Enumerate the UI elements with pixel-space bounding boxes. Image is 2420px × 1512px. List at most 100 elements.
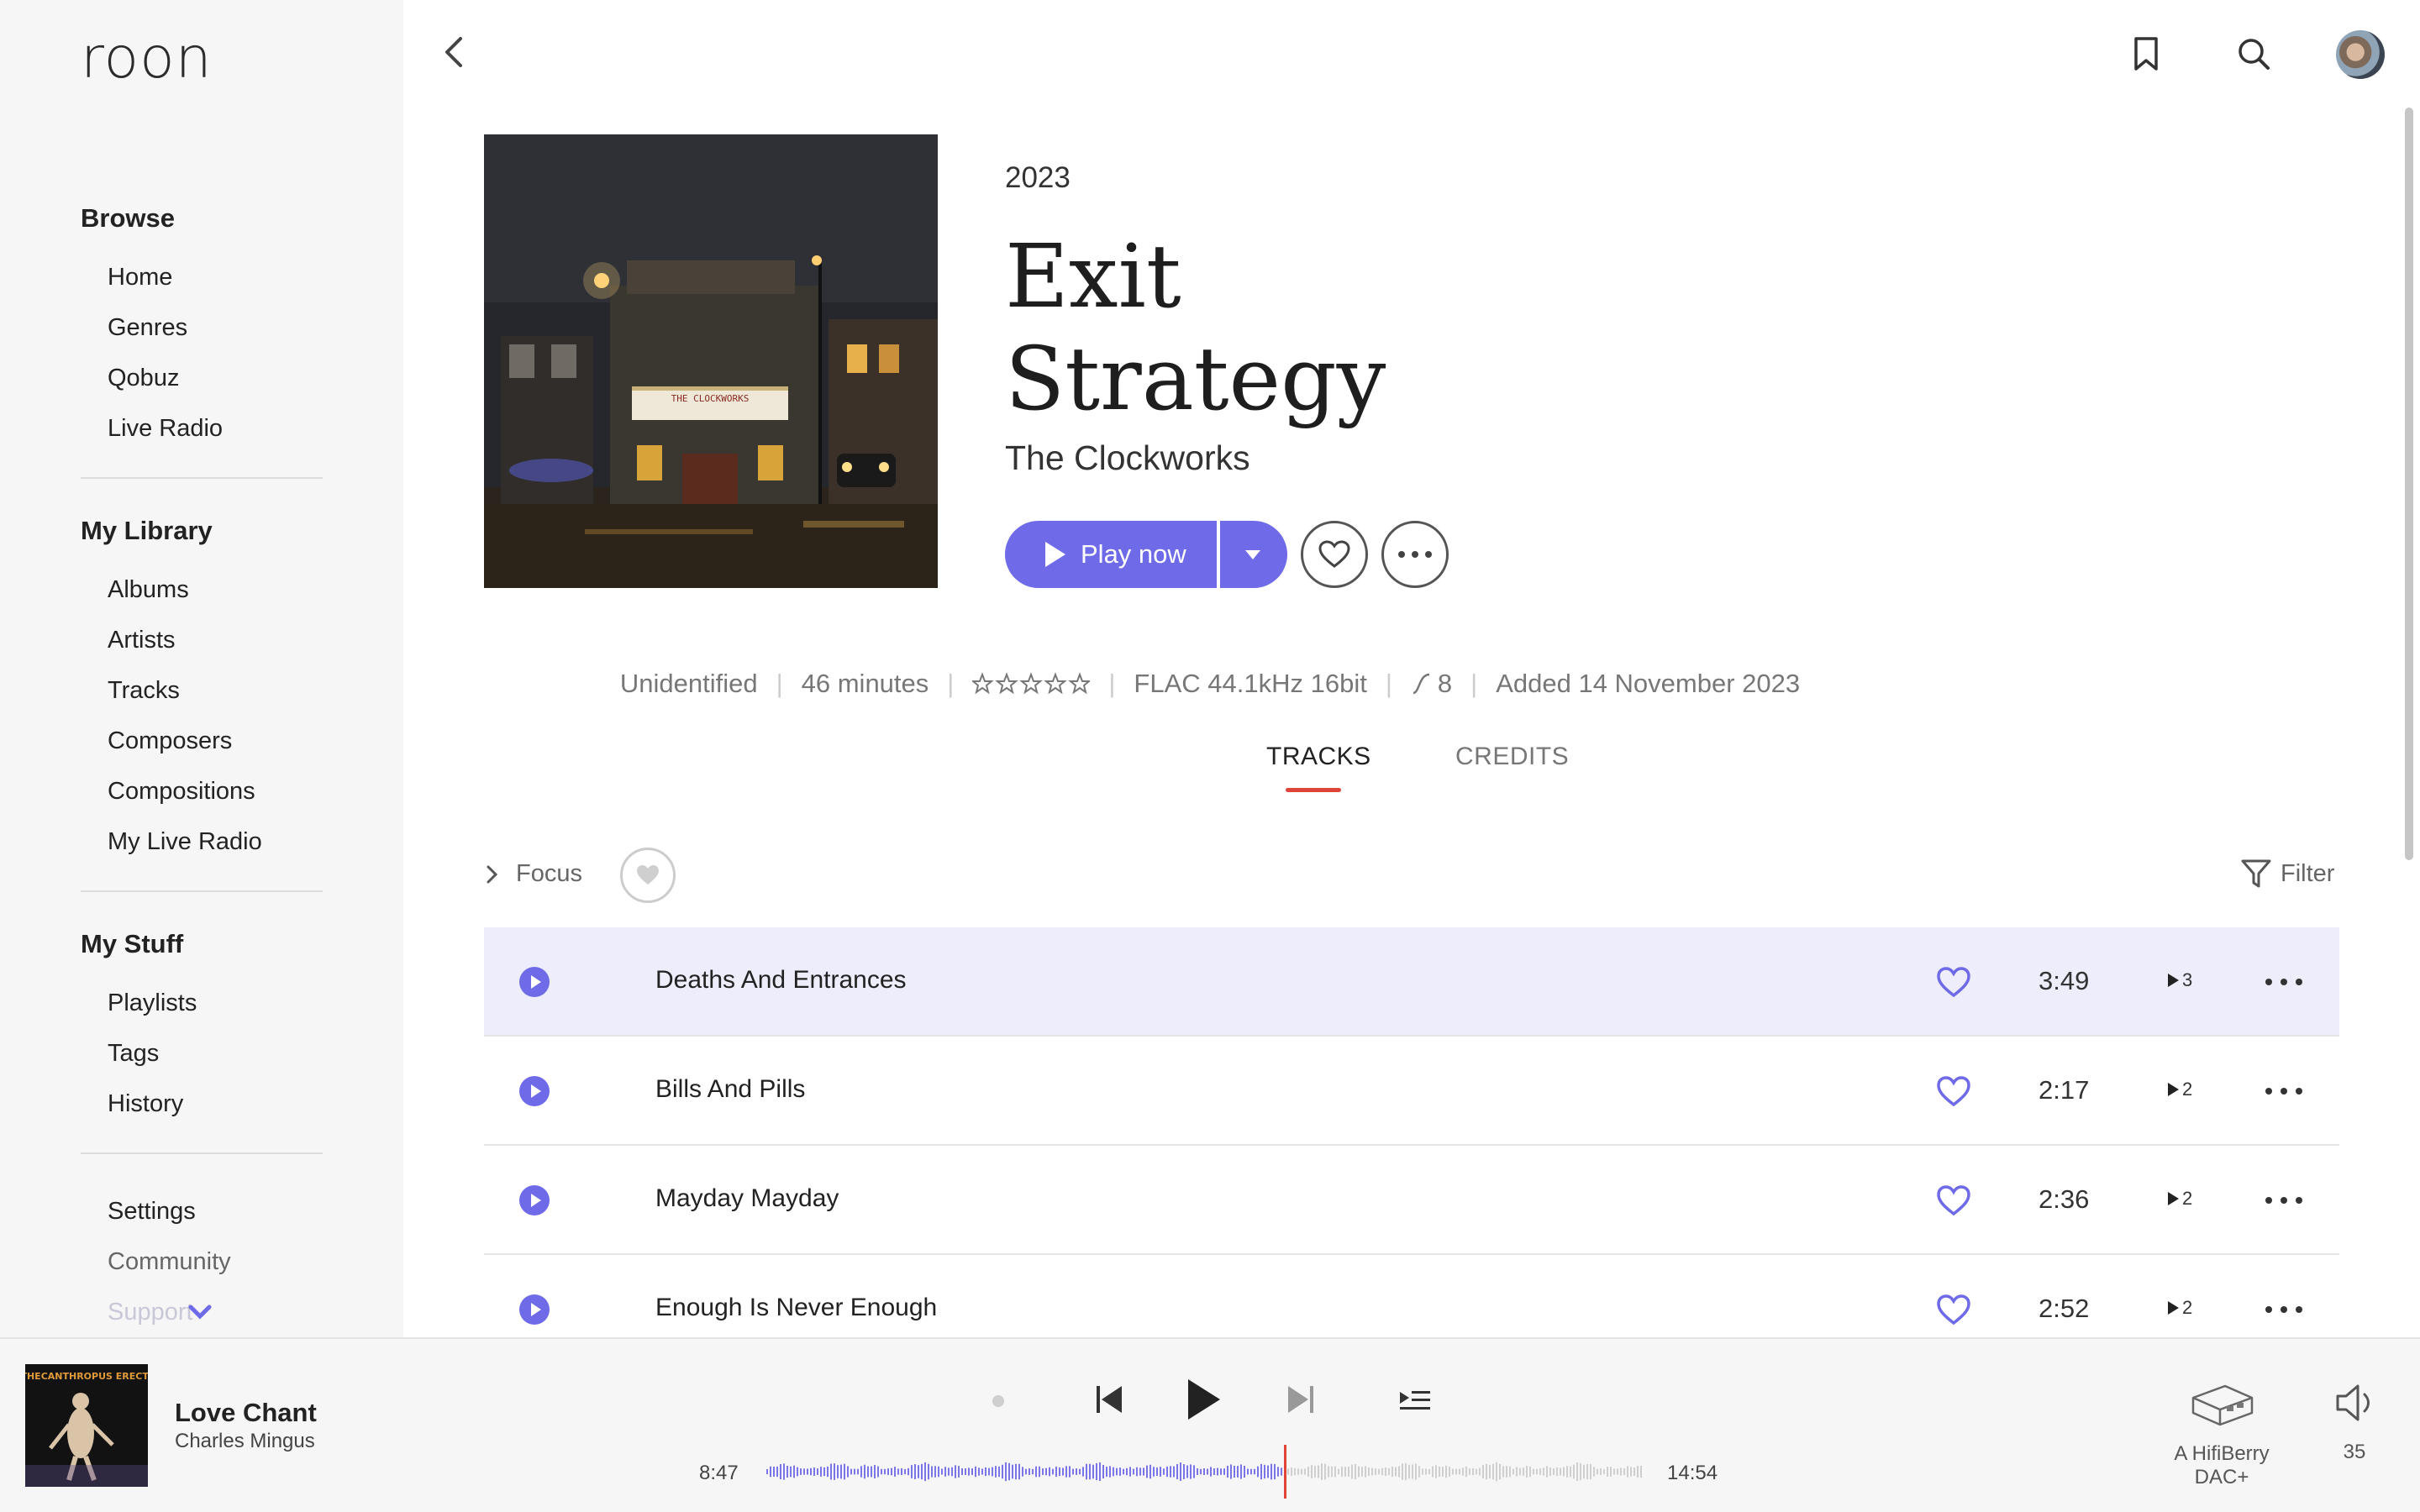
track-title[interactable]: Enough Is Never Enough	[655, 1294, 937, 1322]
waveform-bar	[1405, 1462, 1407, 1481]
waveform-bar	[1465, 1466, 1467, 1478]
now-playing-cover[interactable]: PITHECANTHROPUS ERECTUS	[25, 1364, 148, 1487]
track-title[interactable]: Mayday Mayday	[655, 1184, 839, 1213]
sidebar-item-composers[interactable]: Composers	[108, 727, 232, 755]
waveform-bar	[1566, 1466, 1568, 1478]
sidebar-item-support[interactable]: Support	[108, 1299, 193, 1326]
track-row[interactable]: Mayday Mayday 2:36 2	[484, 1146, 2339, 1255]
audio-format[interactable]: FLAC 44.1kHz 16bit	[1134, 669, 1366, 699]
now-playing-title[interactable]: Love Chant	[175, 1398, 317, 1428]
previous-track-icon[interactable]	[1094, 1383, 1124, 1416]
audio-zone-selector[interactable]: A HifiBerry DAC+	[2168, 1381, 2275, 1489]
track-title[interactable]: Bills And Pills	[655, 1075, 805, 1104]
sidebar-item-compositions[interactable]: Compositions	[108, 778, 255, 806]
filter-button[interactable]: Filter	[2240, 858, 2334, 889]
more-dots-icon[interactable]	[2264, 1079, 2304, 1104]
waveform-bar	[1492, 1463, 1494, 1480]
tab-credits[interactable]: CREDITS	[1455, 743, 1569, 771]
play-now-button[interactable]: Play now	[1005, 521, 1217, 588]
waveform-bar	[1502, 1466, 1504, 1478]
queue-icon[interactable]	[1398, 1388, 1432, 1413]
sidebar-item-artists[interactable]: Artists	[108, 627, 176, 654]
progress-waveform[interactable]	[766, 1445, 1644, 1499]
tab-tracks[interactable]: TRACKS	[1266, 743, 1371, 771]
waveform-bar	[1200, 1468, 1202, 1475]
sidebar-item-settings[interactable]: Settings	[108, 1198, 196, 1226]
album-more-button[interactable]	[1381, 521, 1449, 588]
identification-status[interactable]: Unidentified	[620, 669, 758, 699]
waveform-bar	[1610, 1467, 1612, 1477]
volume-control[interactable]: 35	[2321, 1381, 2388, 1464]
main-scrollbar[interactable]	[2405, 108, 2413, 860]
user-avatar[interactable]	[2336, 30, 2385, 79]
heart-icon[interactable]	[1936, 1074, 1971, 1109]
play-icon	[1045, 542, 1065, 567]
waveform-bar	[1617, 1468, 1618, 1475]
waveform-bar	[941, 1468, 943, 1475]
rating-stars[interactable]	[972, 669, 1091, 699]
waveform-bar	[1637, 1465, 1639, 1478]
favorites-filter-button[interactable]	[620, 848, 676, 903]
heart-icon[interactable]	[1936, 964, 1971, 1000]
waveform-bar	[911, 1465, 913, 1478]
sidebar-item-my-live-radio[interactable]: My Live Radio	[108, 828, 262, 856]
more-dots-icon[interactable]	[2264, 969, 2304, 995]
search-icon[interactable]	[2233, 34, 2274, 74]
filter-label: Filter	[2281, 859, 2335, 887]
favorite-album-button[interactable]	[1301, 521, 1368, 588]
track-row[interactable]: Bills And Pills 2:17 2	[484, 1037, 2339, 1146]
sidebar-item-albums[interactable]: Albums	[108, 576, 189, 604]
waveform-bar	[1351, 1464, 1353, 1479]
waveform-bar	[1210, 1467, 1212, 1477]
waveform-bar	[847, 1466, 849, 1478]
waveform-bar	[1439, 1467, 1440, 1477]
sidebar-item-home[interactable]: Home	[108, 264, 172, 291]
sidebar-item-live-radio[interactable]: Live Radio	[108, 415, 223, 443]
album-artist-link[interactable]: The Clockworks	[1005, 438, 1250, 478]
bookmark-icon[interactable]	[2126, 34, 2166, 74]
play-pause-icon[interactable]	[1183, 1376, 1223, 1423]
radio-mode-dot-icon[interactable]	[990, 1393, 1007, 1410]
scroll-down-chevron-icon[interactable]	[188, 1304, 212, 1320]
sidebar-item-community[interactable]: Community	[108, 1248, 231, 1276]
waveform-bar	[1358, 1466, 1360, 1478]
waveform-bar	[1166, 1466, 1168, 1478]
waveform-bar	[1445, 1465, 1447, 1478]
heart-icon[interactable]	[1936, 1292, 1971, 1327]
play-options-dropdown-button[interactable]	[1220, 521, 1287, 588]
focus-toggle[interactable]: Focus	[484, 860, 582, 888]
meta-separator: |	[1470, 669, 1478, 698]
track-title[interactable]: Deaths And Entrances	[655, 966, 907, 995]
waveform-bar	[1590, 1463, 1591, 1480]
playhead-marker[interactable]	[1284, 1445, 1286, 1499]
waveform-bar	[1553, 1468, 1555, 1475]
track-row[interactable]: Deaths And Entrances 3:49 3	[484, 927, 2339, 1037]
sidebar-item-tags[interactable]: Tags	[108, 1040, 159, 1068]
track-play-icon[interactable]	[519, 1076, 550, 1106]
more-dots-icon[interactable]	[2264, 1188, 2304, 1213]
sidebar-item-playlists[interactable]: Playlists	[108, 990, 197, 1017]
track-play-icon[interactable]	[519, 1294, 550, 1325]
next-track-icon[interactable]	[1286, 1383, 1316, 1416]
track-play-icon[interactable]	[519, 967, 550, 997]
play-count-icon	[2168, 1301, 2179, 1315]
waveform-bar	[1220, 1468, 1222, 1475]
now-playing-artist[interactable]: Charles Mingus	[175, 1430, 315, 1453]
dynamic-range[interactable]: 8	[1411, 669, 1452, 699]
back-arrow-icon[interactable]	[437, 34, 474, 71]
roon-logo[interactable]: roon	[81, 25, 213, 92]
sidebar-item-qobuz[interactable]: Qobuz	[108, 365, 179, 392]
waveform-bar	[1150, 1464, 1151, 1479]
waveform-bar	[1186, 1465, 1188, 1478]
waveform-bar	[1462, 1467, 1464, 1476]
more-dots-icon[interactable]	[2264, 1297, 2304, 1322]
sidebar-item-history[interactable]: History	[108, 1090, 183, 1118]
waveform-bar	[834, 1463, 835, 1480]
track-duration: 2:17	[2039, 1075, 2090, 1105]
waveform-bar	[840, 1464, 842, 1479]
heart-icon[interactable]	[1936, 1183, 1971, 1218]
waveform-bar	[1324, 1463, 1326, 1480]
track-play-icon[interactable]	[519, 1185, 550, 1215]
waveform-bar	[901, 1467, 902, 1476]
sidebar-item-genres[interactable]: Genres	[108, 314, 187, 342]
